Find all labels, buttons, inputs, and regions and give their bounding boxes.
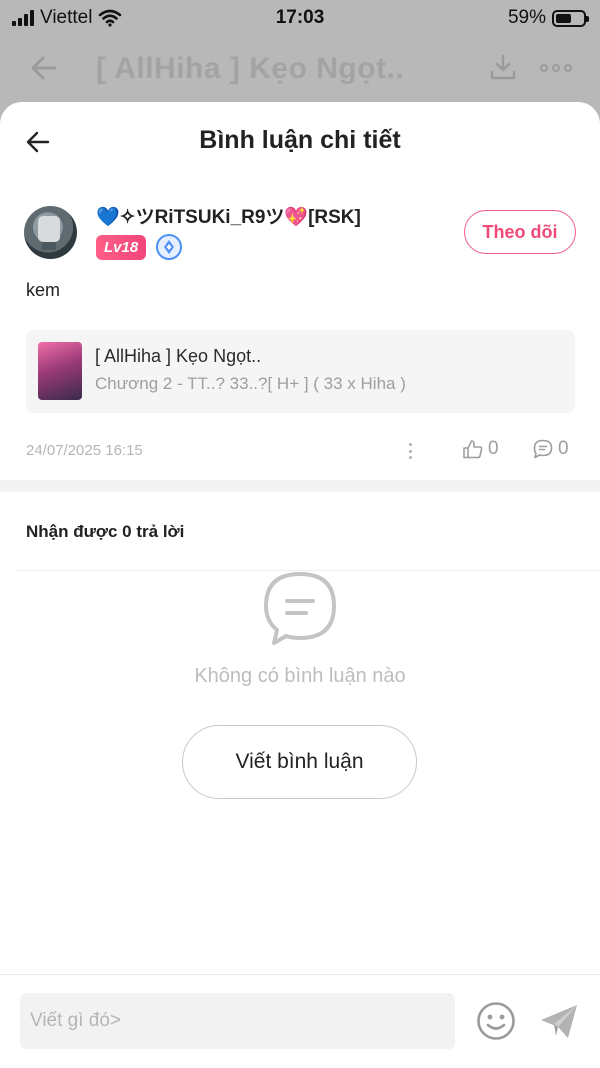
comment-input-box[interactable]: [20, 993, 455, 1049]
user-name[interactable]: 💙✧ツRiTSUKi_R9ツ💖[RSK]: [96, 202, 361, 229]
status-right: 59%: [507, 7, 589, 29]
comment-input[interactable]: [20, 993, 455, 1049]
comment-author: 💙✧ツRiTSUKi_R9ツ💖[RSK] Lv18 Theo dõi: [24, 202, 576, 264]
avatar[interactable]: [24, 206, 77, 259]
comment-text: kem: [26, 280, 61, 300]
replies-heading: Nhận được 0 trả lời: [26, 522, 185, 541]
thumbs-up-icon: [463, 440, 483, 459]
comment-meta: 24/07/2025 16:15 0 0: [26, 436, 574, 466]
empty-state-text: Không có bình luận nào: [194, 665, 406, 687]
write-comment-button[interactable]: Viết bình luận: [182, 725, 417, 799]
like-count: 0: [488, 438, 499, 459]
battery-percent: 59%: [507, 7, 546, 28]
comment-detail-sheet: Bình luận chi tiết 💙✧ツRiTSUKi_R9ツ💖[RSK] …: [0, 102, 600, 1068]
download-icon: [490, 54, 516, 80]
section-divider: [0, 480, 600, 492]
story-title: [ AllHiha ] Kẹo Ngọt..: [95, 346, 262, 366]
sheet-header: Bình luận chi tiết: [0, 102, 600, 180]
user-badges: Lv18: [96, 234, 183, 260]
follow-button[interactable]: Theo dõi: [464, 210, 576, 254]
status-bar: Viettel 17:03 59%: [0, 0, 600, 36]
sheet-title: Bình luận chi tiết: [199, 126, 401, 154]
battery-fill: [556, 13, 572, 23]
divider: [0, 974, 600, 975]
send-icon[interactable]: [538, 1002, 580, 1042]
back-arrow-icon: [31, 56, 57, 80]
comment-icon: [533, 439, 553, 459]
background-title: [ AllHiha ] Kẹo Ngọt..: [96, 52, 405, 85]
story-cover-image: [38, 342, 82, 400]
more-icon: [540, 64, 572, 72]
like-button[interactable]: 0: [462, 438, 499, 460]
kebab-icon[interactable]: [404, 440, 416, 462]
reply-count: 0: [558, 438, 569, 459]
emoji-icon[interactable]: [475, 1000, 517, 1042]
story-chapter: Chương 2 - TT..? 33..?[ H+ ] ( 33 x Hiha…: [95, 374, 406, 393]
comment-date: 24/07/2025 16:15: [26, 442, 143, 459]
battery-icon: [552, 9, 589, 27]
background-header: [ AllHiha ] Kẹo Ngọt..: [0, 40, 600, 96]
reply-button[interactable]: 0: [532, 438, 569, 460]
empty-chat-icon: [264, 572, 336, 645]
level-badge: Lv18: [96, 234, 147, 260]
story-card[interactable]: [ AllHiha ] Kẹo Ngọt.. Chương 2 - TT..? …: [26, 330, 575, 413]
medal-icon: [156, 234, 183, 260]
